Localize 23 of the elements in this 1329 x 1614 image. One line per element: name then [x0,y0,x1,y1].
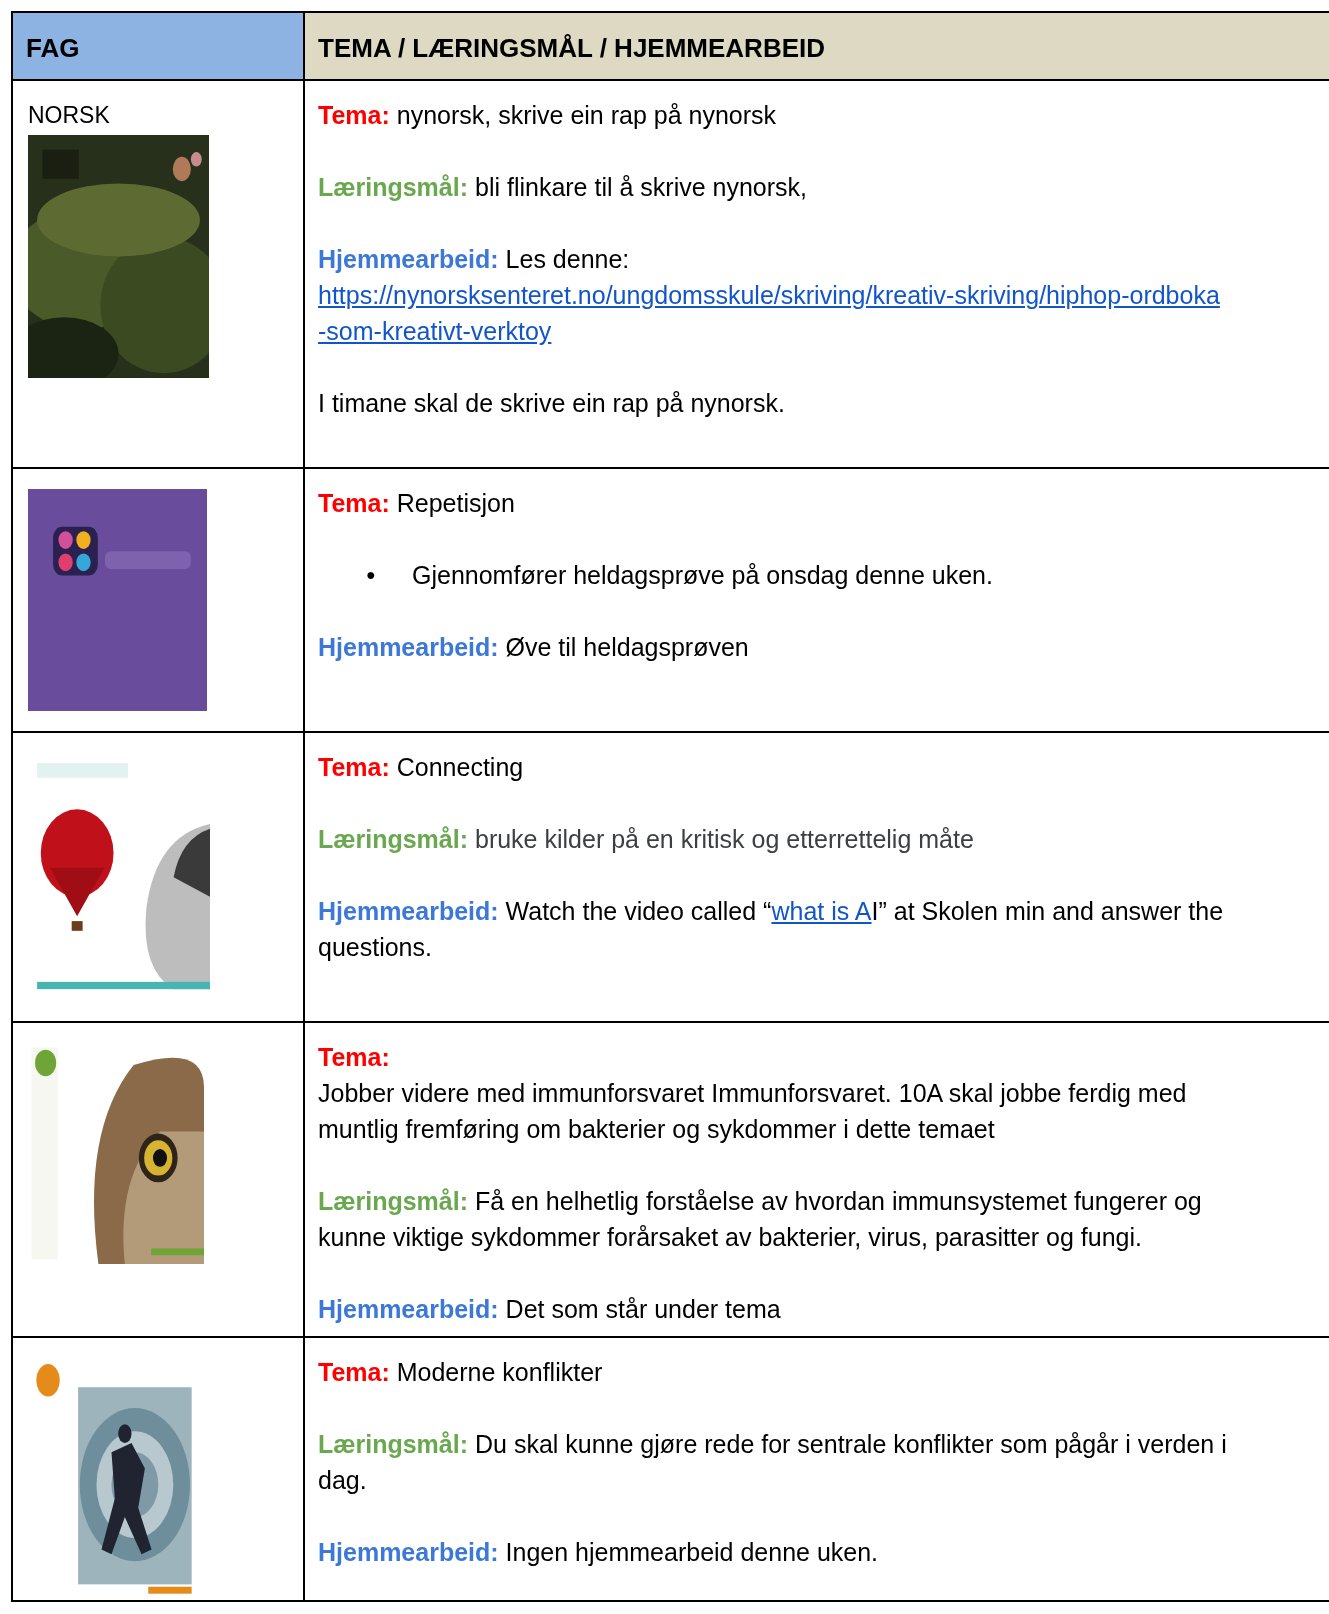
url-link[interactable]: -som-kreativt-verktoy [318,313,552,349]
paragraph: Tema: nynorsk, skrive ein rap på nynorsk [318,100,778,131]
paragraph: Læringsmål: Du skal kunne gjøre rede for sentrale konflikter som pågår i verden i dag. [318,1429,1228,1496]
paragraph: Læringsmål: Få en helhetlig forståelse av hvordan immunsystemet fungerer og kunne viktige sykdommer forårsaket av bakterier, virus, parasitter og fungi. [318,1186,1203,1253]
paragraph: Hjemmearbeid: Les denne: [318,244,631,275]
header-cell: TEMA / LÆRINGSMÅL / HJEMMEARBEID [305,13,1329,81]
paragraph: Hjemmearbeid: Ingen hjemmearbeid denne uken. [318,1537,880,1568]
paragraph: Læringsmål: bli flinkare til å skrive nynorsk, [318,172,809,203]
paragraph: Tema: Repetisjon [318,488,516,519]
list-item-text: Gjennomfører heldagsprøve på onsdag denne uken. [412,560,993,591]
header-cell: FAG [13,13,305,81]
paragraph: Læringsmål: bruke kilder på en kritisk og etterrettelig måte [318,824,975,855]
paragraph: Tema: Connecting [318,752,525,783]
paragraph: Tema: Moderne konflikter [318,1357,604,1388]
paragraph: I timane skal de skrive ein rap på nynorsk. [318,388,786,419]
subject-label: NORSK [28,101,111,129]
video-link[interactable]: what is A [771,897,872,925]
paragraph: Tema: Jobber videre med immunforsvaret Immunforsvaret. 10A skal jobbe ferdig med muntlig fremføring om bakterier og sykdommer i dette temaet [318,1042,1188,1145]
bullet: ● [366,565,377,585]
paragraph: Hjemmearbeid: Watch the video called “what is AI” at Skolen min and answer the questions. [318,896,1225,963]
paragraph: Hjemmearbeid: Øve til heldagsprøven [318,632,750,663]
url-link[interactable]: https://nynorsksenteret.no/ungdomsskule/skriving/kreativ-skriving/hiphop-ordboka [318,277,1220,313]
paragraph: Hjemmearbeid: Det som står under tema [318,1294,782,1325]
